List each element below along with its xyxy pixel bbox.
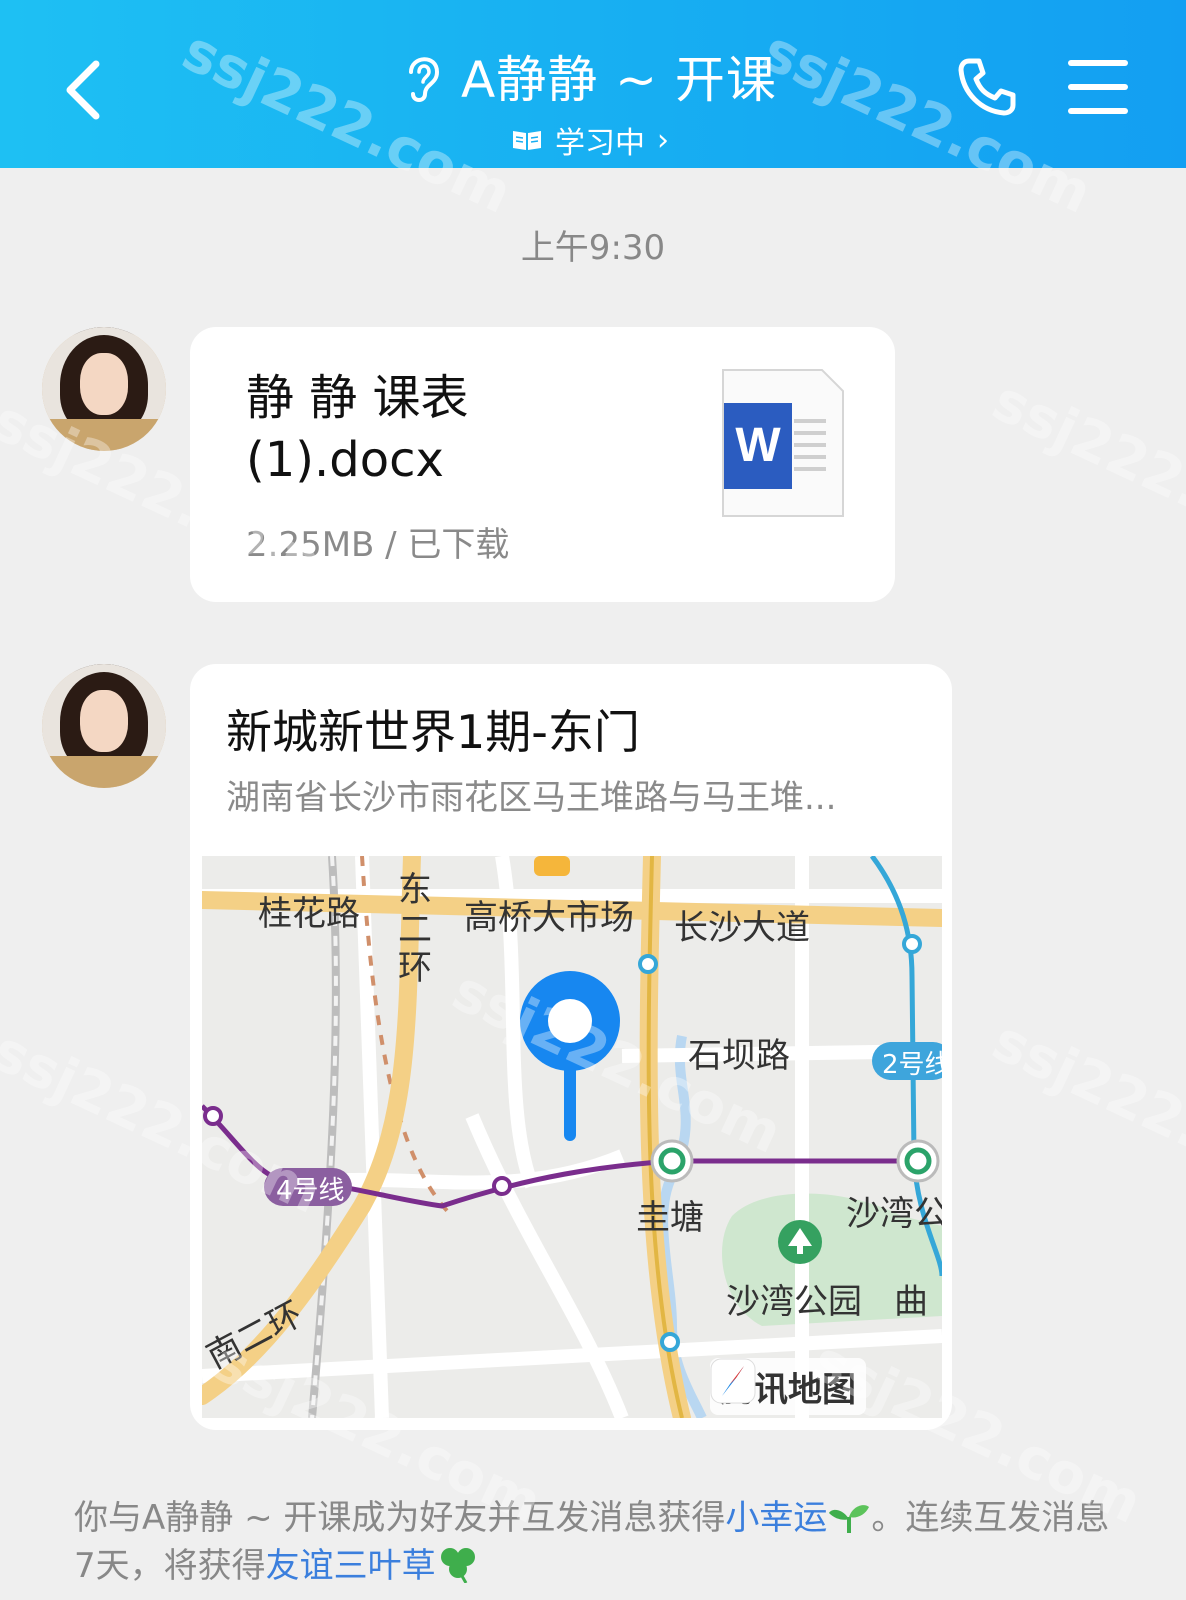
- avatar-face: [80, 353, 128, 415]
- chevron-right-icon: ›: [657, 122, 669, 158]
- friendship-notice: 你与A静静 ~ 开课成为好友并互发消息获得小幸运 。连续互发消息7天，将获得友谊三…: [74, 1494, 1114, 1590]
- call-button[interactable]: [955, 55, 1019, 119]
- avatar-shirt: [42, 756, 166, 788]
- file-message-card[interactable]: 静 静 课表 (1).docx 2.25MB / 已下载 W: [190, 327, 895, 602]
- map-label-poi: 高桥大市场: [464, 898, 634, 938]
- map-label-road: 曲: [894, 1282, 928, 1322]
- file-name-line2: (1).docx: [246, 432, 444, 488]
- map-label-metro-line: 2号线: [882, 1050, 942, 1080]
- location-address: 湖南省长沙市雨花区马王堆路与马王堆...: [226, 778, 837, 818]
- map-label-station: 圭塘: [636, 1198, 704, 1238]
- message-timestamp: 上午9:30: [520, 228, 666, 268]
- back-button[interactable]: [58, 50, 118, 130]
- map-label-road: 环: [398, 948, 432, 988]
- map-label-road: 桂花路: [258, 894, 360, 934]
- menu-icon-bar: [1068, 60, 1128, 66]
- ear-icon: [409, 57, 440, 102]
- watermark-text: ssj222.com: [982, 1008, 1186, 1217]
- avatar-shirt: [42, 419, 166, 451]
- map-label-road: 长沙大道: [674, 908, 810, 948]
- contact-avatar[interactable]: [42, 327, 166, 451]
- location-message-card[interactable]: 新城新世界1期-东门 湖南省长沙市雨花区马王堆路与马王堆... 桂花路 东 二 …: [190, 664, 952, 1430]
- file-size-status: 2.25MB / 已下载: [246, 525, 510, 565]
- phone-icon: [958, 58, 1016, 116]
- map-label-station: 沙湾公: [846, 1194, 942, 1234]
- map-graphic: [202, 856, 942, 1418]
- chat-title-block[interactable]: A静静 ~ 开课 学习中 ›: [330, 40, 850, 162]
- file-name-line1: 静 静 课表: [246, 370, 469, 426]
- word-document-icon: W: [722, 369, 844, 517]
- chevron-left-icon: [66, 60, 100, 120]
- map-label-road: 石坝路: [688, 1036, 790, 1076]
- word-icon-letter: W: [735, 419, 781, 472]
- watermark-text: ssj222.com: [982, 368, 1186, 577]
- menu-icon-bar: [1068, 108, 1128, 114]
- chat-header: A静静 ~ 开课 学习中 ›: [0, 0, 1186, 168]
- contact-avatar[interactable]: [42, 664, 166, 788]
- location-name: 新城新世界1期-东门: [226, 705, 640, 759]
- sprout-icon: [829, 1505, 870, 1533]
- status-label: 学习中: [555, 126, 645, 161]
- notice-link-lucky[interactable]: 小幸运: [725, 1498, 827, 1538]
- clover-icon: [440, 1548, 475, 1584]
- notice-link-clover[interactable]: 友谊三叶草: [266, 1546, 436, 1586]
- notice-text: 你与A静静 ~ 开课成为好友并互发消息获得: [74, 1498, 726, 1538]
- status-button[interactable]: 学习中 ›: [330, 118, 850, 162]
- map-label-metro-line: 4号线: [276, 1176, 345, 1206]
- menu-button[interactable]: [1068, 60, 1128, 116]
- file-name: 静 静 课表 (1).docx: [246, 367, 686, 491]
- tencent-map-logo-icon: [710, 1358, 756, 1404]
- avatar-face: [80, 690, 128, 752]
- chat-title: A静静 ~ 开课: [461, 51, 777, 109]
- map-preview[interactable]: 桂花路 东 二 环 高桥大市场 长沙大道 石坝路 2号线 4号线 圭塘 沙湾公 …: [202, 856, 942, 1418]
- map-brand: 腾讯地图: [710, 1358, 866, 1415]
- menu-icon-bar: [1068, 84, 1128, 90]
- map-label-park: 沙湾公园: [726, 1282, 862, 1322]
- book-icon: [513, 131, 541, 150]
